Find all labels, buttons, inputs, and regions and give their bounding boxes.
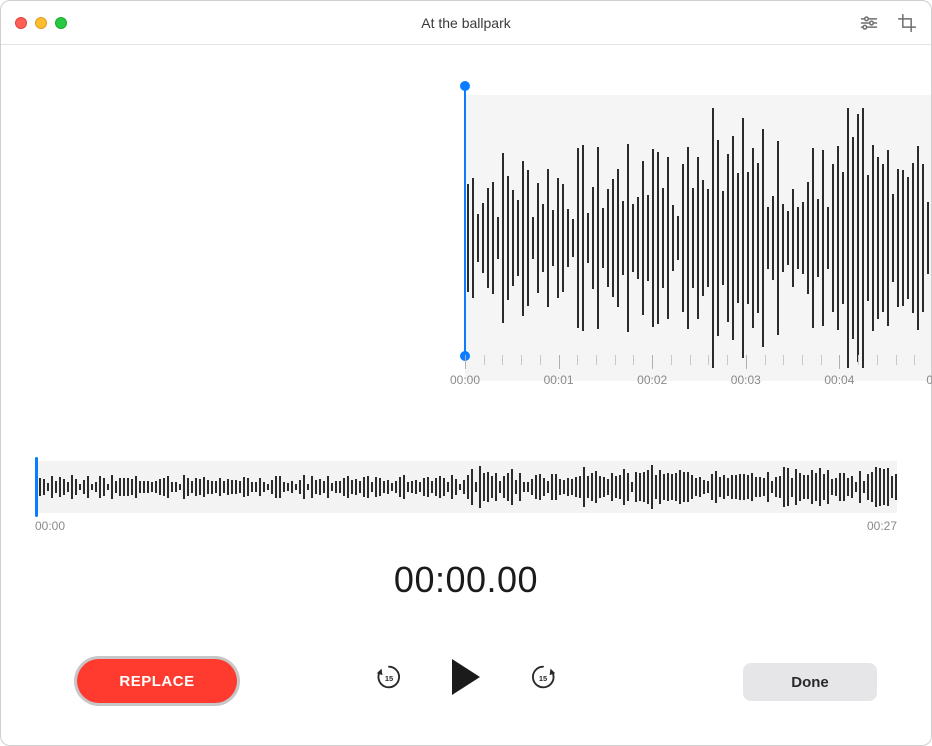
window-title: At the ballpark bbox=[1, 15, 931, 31]
ruler-label: 00 bbox=[926, 373, 932, 387]
waveform-bars bbox=[467, 95, 931, 381]
controls-bar: REPLACE 15 15 Done bbox=[1, 649, 931, 719]
overview-waveform-bars bbox=[35, 461, 897, 513]
trim-crop-icon[interactable] bbox=[897, 13, 917, 33]
skip-back-15-button[interactable]: 15 bbox=[372, 660, 406, 694]
main-waveform-area: 00:00 00:01 00:02 00:03 00:04 00 bbox=[1, 45, 931, 401]
skip-forward-seconds-label: 15 bbox=[539, 674, 547, 683]
time-counter: 00:00.00 bbox=[1, 559, 931, 601]
titlebar-right bbox=[859, 13, 917, 33]
time-ruler: 00:00 00:01 00:02 00:03 00:04 00 bbox=[1, 355, 931, 401]
transport-controls: 15 15 bbox=[372, 655, 560, 699]
skip-forward-15-button[interactable]: 15 bbox=[526, 660, 560, 694]
overview-waveform-area: 00:00 00:27 bbox=[35, 449, 897, 549]
overview-start-time: 00:00 bbox=[35, 519, 65, 533]
ruler-label: 00:00 bbox=[450, 373, 480, 387]
fullscreen-window-button[interactable] bbox=[55, 17, 67, 29]
titlebar: At the ballpark bbox=[1, 1, 931, 45]
replace-button[interactable]: REPLACE bbox=[77, 659, 237, 703]
ruler-label: 00:03 bbox=[731, 373, 761, 387]
done-button[interactable]: Done bbox=[743, 663, 877, 701]
settings-sliders-icon[interactable] bbox=[859, 13, 879, 33]
ruler-labels: 00:0000:0100:0200:0300:0400 bbox=[465, 373, 931, 393]
playhead[interactable] bbox=[464, 87, 466, 355]
overview-end-time: 00:27 bbox=[867, 519, 897, 533]
ruler-label: 00:01 bbox=[544, 373, 574, 387]
ruler-ticks bbox=[465, 355, 931, 371]
overview-time-labels: 00:00 00:27 bbox=[35, 519, 897, 533]
overview-track[interactable] bbox=[35, 461, 897, 513]
close-window-button[interactable] bbox=[15, 17, 27, 29]
skip-back-seconds-label: 15 bbox=[385, 674, 393, 683]
main-waveform-canvas[interactable] bbox=[1, 95, 931, 381]
window-controls bbox=[15, 17, 67, 29]
ruler-label: 00:04 bbox=[824, 373, 854, 387]
play-button[interactable] bbox=[446, 655, 486, 699]
minimize-window-button[interactable] bbox=[35, 17, 47, 29]
overview-playhead[interactable] bbox=[35, 457, 38, 517]
ruler-label: 00:02 bbox=[637, 373, 667, 387]
